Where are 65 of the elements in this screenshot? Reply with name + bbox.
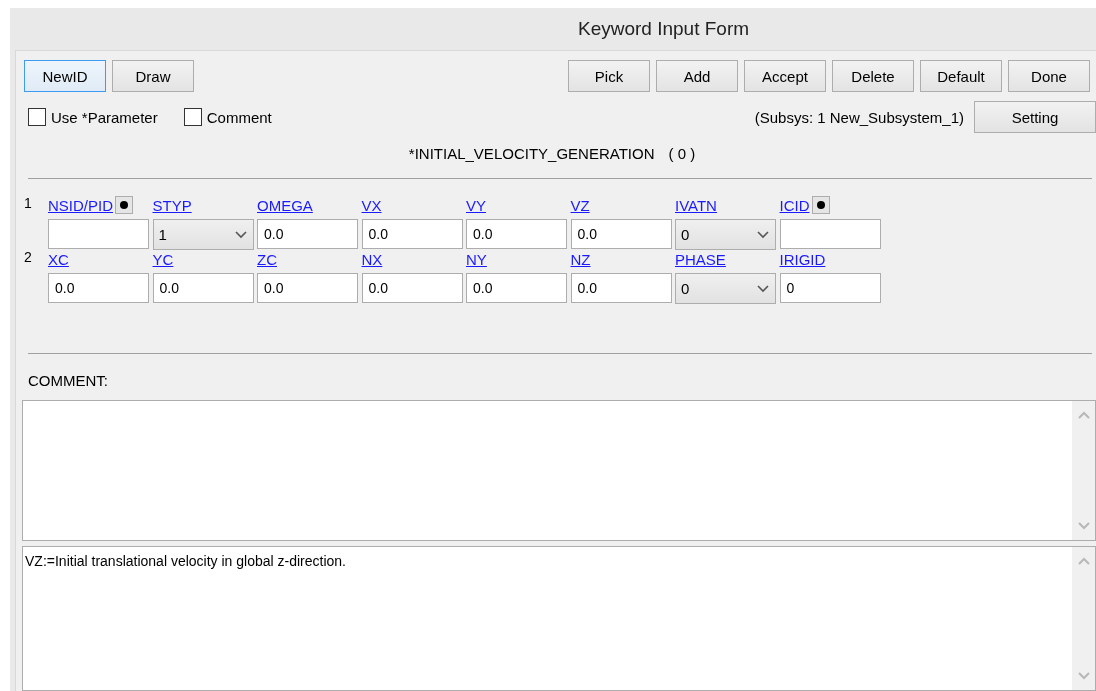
field-link[interactable]: XC xyxy=(48,250,69,268)
input-field[interactable]: 0.0 xyxy=(257,219,358,249)
toolbar-button[interactable]: Done xyxy=(1008,60,1090,92)
input-field[interactable]: 0.0 xyxy=(48,273,149,303)
toolbar-button[interactable]: NewID xyxy=(24,60,106,92)
field-link[interactable]: VZ xyxy=(570,196,590,214)
pick-button[interactable] xyxy=(811,196,830,214)
dropdown[interactable]: 1 xyxy=(152,219,254,250)
toolbar-button[interactable]: Add xyxy=(656,60,738,92)
input-field[interactable]: 0 xyxy=(779,273,881,303)
toolbar-button[interactable]: Pick xyxy=(568,60,650,92)
help-text: VZ:=Initial translational velocity in global z-direction. xyxy=(24,552,347,571)
input-field[interactable] xyxy=(48,219,149,249)
input-field[interactable]: 0.0 xyxy=(570,273,672,303)
input-field[interactable]: 0.0 xyxy=(257,273,358,303)
field-link[interactable]: NY xyxy=(466,250,487,268)
dropdown[interactable]: 0 xyxy=(675,273,776,304)
input-field[interactable]: 0.0 xyxy=(466,273,567,303)
input-field[interactable]: 0.0 xyxy=(361,273,463,303)
pick-button[interactable] xyxy=(115,196,133,214)
card-number: 1 xyxy=(24,195,33,213)
input-field[interactable] xyxy=(779,219,881,249)
scrollbar[interactable] xyxy=(1072,401,1095,540)
field-link[interactable]: ICID xyxy=(779,196,810,214)
dropdown[interactable]: 0 xyxy=(675,219,776,250)
field-link[interactable]: NSID/PID xyxy=(48,196,113,214)
field-link[interactable]: YC xyxy=(152,250,174,268)
checkbox[interactable] xyxy=(183,108,202,126)
keyword-count: ( 0 ) xyxy=(668,145,696,162)
scrollbar[interactable] xyxy=(1072,547,1095,690)
input-field[interactable]: 0.0 xyxy=(570,219,672,249)
field-link[interactable]: VY xyxy=(466,196,486,214)
field-link[interactable]: VX xyxy=(361,196,382,214)
checkbox-label: Comment xyxy=(206,108,272,126)
field-link[interactable]: PHASE xyxy=(675,250,726,268)
scroll-down-icon[interactable] xyxy=(1077,672,1090,680)
toolbar-button[interactable]: Draw xyxy=(112,60,194,92)
field-link[interactable]: STYP xyxy=(152,196,192,214)
field-link[interactable]: IVATN xyxy=(675,196,717,214)
comment-field[interactable] xyxy=(22,400,1096,541)
card-number: 2 xyxy=(24,249,33,267)
field-link[interactable]: ZC xyxy=(257,250,277,268)
subsystem-label: (Subsys: 1 New_Subsystem_1) xyxy=(754,108,964,126)
field-link[interactable]: NX xyxy=(361,250,383,268)
comment-label: COMMENT: xyxy=(28,372,109,391)
keyword-title: *INITIAL_VELOCITY_GENERATION xyxy=(408,145,655,162)
checkbox[interactable] xyxy=(28,108,46,126)
toolbar-button[interactable]: Default xyxy=(920,60,1002,92)
field-link[interactable]: IRIGID xyxy=(779,250,826,268)
toolbar-button[interactable]: Accept xyxy=(744,60,826,92)
chevron-down-icon[interactable] xyxy=(234,230,247,239)
checkbox-label: Use *Parameter xyxy=(51,108,158,126)
input-field[interactable]: 0.0 xyxy=(361,219,463,249)
window-title: Keyword Input Form xyxy=(577,18,750,40)
scroll-up-icon[interactable] xyxy=(1077,557,1090,565)
scroll-down-icon[interactable] xyxy=(1077,522,1090,530)
field-link[interactable]: NZ xyxy=(570,250,591,268)
input-field[interactable]: 0.0 xyxy=(152,273,254,303)
chevron-down-icon[interactable] xyxy=(757,230,769,239)
chevron-down-icon[interactable] xyxy=(757,284,769,293)
field-link[interactable]: OMEGA xyxy=(257,196,313,214)
setting-button[interactable]: Setting xyxy=(974,101,1096,133)
scroll-up-icon[interactable] xyxy=(1077,411,1090,419)
input-field[interactable]: 0.0 xyxy=(466,219,567,249)
toolbar-button[interactable]: Delete xyxy=(832,60,914,92)
